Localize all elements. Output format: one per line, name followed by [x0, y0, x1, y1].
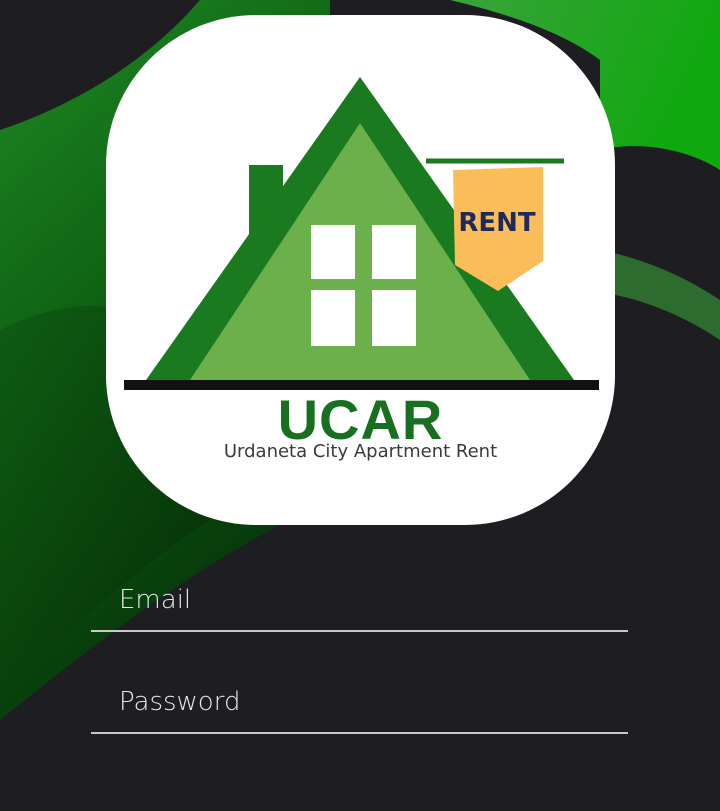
email-input[interactable] [119, 580, 599, 620]
brand-subtitle: Urdaneta City Apartment Rent [223, 441, 498, 462]
app-logo: RENT UCAR Urdaneta City Apartment Rent [106, 15, 615, 525]
email-field [91, 570, 628, 632]
password-field [91, 672, 628, 734]
password-input[interactable] [119, 682, 599, 722]
rent-sign-text: RENT [458, 208, 536, 238]
